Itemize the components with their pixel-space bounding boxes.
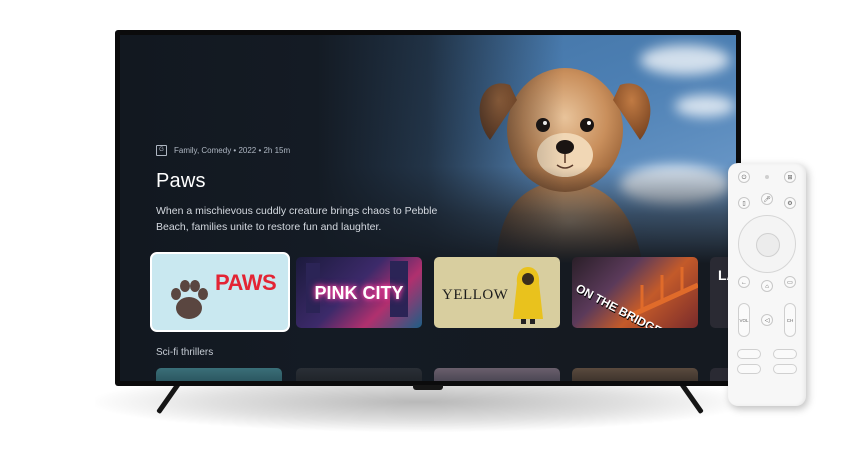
tv-logo-bump [413,385,443,390]
channel-rocker[interactable]: CH [784,303,796,337]
app-button-3[interactable] [737,364,761,374]
scifi-card[interactable] [296,368,422,381]
app-button-2[interactable] [773,349,797,359]
volume-label: VOL [739,318,749,323]
dpad-ok-button[interactable] [756,233,780,257]
scifi-card[interactable] [572,368,698,381]
bookmark-button[interactable]: ▯ [738,197,750,209]
hero-title: Paws [156,170,206,192]
card-title: PAWS [215,270,277,295]
back-button[interactable]: ← [738,276,750,288]
card-paws[interactable]: PAWS [150,252,290,332]
tv-screen: G Family, Comedy • 2022 • 2h 15m Paws Wh… [120,35,736,381]
hero-description: When a mischievous cuddly creature bring… [156,205,438,233]
input-button[interactable]: ⊞ [784,171,796,183]
tv-button[interactable]: ▭ [784,276,796,288]
indicator-light [765,175,769,179]
scifi-card[interactable] [434,368,560,381]
card-title: PINK CITY [314,283,404,303]
home-button[interactable]: ⌂ [761,280,773,292]
power-button[interactable]: ⏻ [738,171,750,183]
mute-button[interactable]: ◁ [761,314,773,326]
scifi-card[interactable] [156,368,282,381]
hero-genre-year-runtime: Family, Comedy • 2022 • 2h 15m [174,146,291,155]
card-on-the-bridge[interactable]: ON THE BRIDGE [572,257,698,328]
settings-button[interactable]: ⚙ [784,197,796,209]
dpad[interactable] [738,215,796,273]
app-button-1[interactable] [737,349,761,359]
card-yellow[interactable]: YELLOW [434,257,560,328]
card-pink-city[interactable]: PINK CITY [296,257,422,328]
paw-icon [171,280,208,319]
raincoat-figure-image [513,267,543,324]
volume-rocker[interactable]: VOL [738,303,750,337]
remote-control: ⏻ ⊞ ▯ 🎤︎ ⚙ ← ⌂ ▭ VOL ◁ CH [728,163,806,406]
card-title: YELLOW [442,287,509,303]
microphone-button[interactable]: 🎤︎ [761,193,773,205]
tv-frame: G Family, Comedy • 2022 • 2h 15m Paws Wh… [115,30,741,386]
channel-label: CH [786,318,794,323]
app-button-4[interactable] [773,364,797,374]
content-rating-badge: G [156,145,167,156]
row-label-scifi: Sci-fi thrillers [156,347,214,358]
hero-meta: G Family, Comedy • 2022 • 2h 15m [156,145,290,156]
